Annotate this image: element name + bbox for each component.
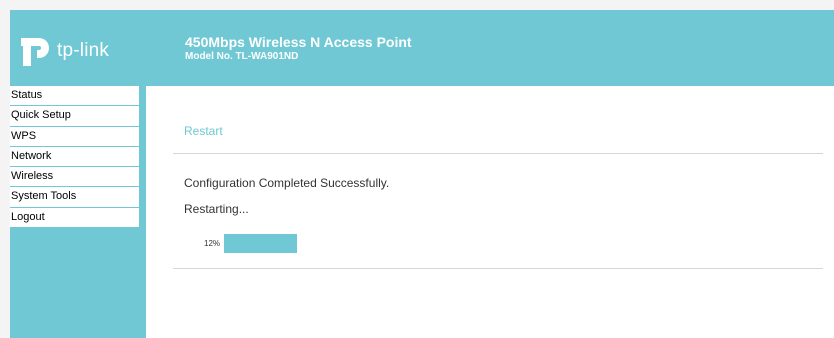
- sidebar-item-quick-setup[interactable]: Quick Setup: [10, 106, 139, 127]
- sidebar-item-logout[interactable]: Logout: [10, 207, 139, 229]
- header: tp-link 450Mbps Wireless N Access Point …: [10, 10, 834, 86]
- divider-bottom: [173, 268, 823, 269]
- restarting-text: Restarting...: [184, 202, 249, 216]
- sidebar-item-network[interactable]: Network: [10, 146, 139, 168]
- divider-top: [173, 153, 823, 154]
- progress-percent: 12%: [204, 239, 221, 248]
- product-title: 450Mbps Wireless N Access Point: [185, 34, 412, 50]
- brand-logo: tp-link: [19, 34, 109, 68]
- progress-bar: [224, 234, 297, 253]
- page-frame: tp-link 450Mbps Wireless N Access Point …: [10, 10, 834, 338]
- sidebar-menu: Status Quick Setup WPS Network Wireless …: [10, 86, 139, 229]
- sidebar-item-wps[interactable]: WPS: [10, 126, 139, 147]
- status-message: Configuration Completed Successfully.: [184, 176, 390, 190]
- main-content: Restart Configuration Completed Successf…: [146, 86, 834, 338]
- sidebar-item-wireless[interactable]: Wireless: [10, 167, 139, 188]
- sidebar-item-status[interactable]: Status: [10, 86, 139, 107]
- brand-name: tp-link: [57, 40, 110, 61]
- sidebar-item-system-tools[interactable]: System Tools: [10, 187, 139, 208]
- section-title: Restart: [184, 124, 223, 138]
- model-number: Model No. TL-WA901ND: [185, 51, 299, 62]
- sidebar: Status Quick Setup WPS Network Wireless …: [10, 86, 146, 338]
- tp-link-logo-icon: [21, 38, 49, 66]
